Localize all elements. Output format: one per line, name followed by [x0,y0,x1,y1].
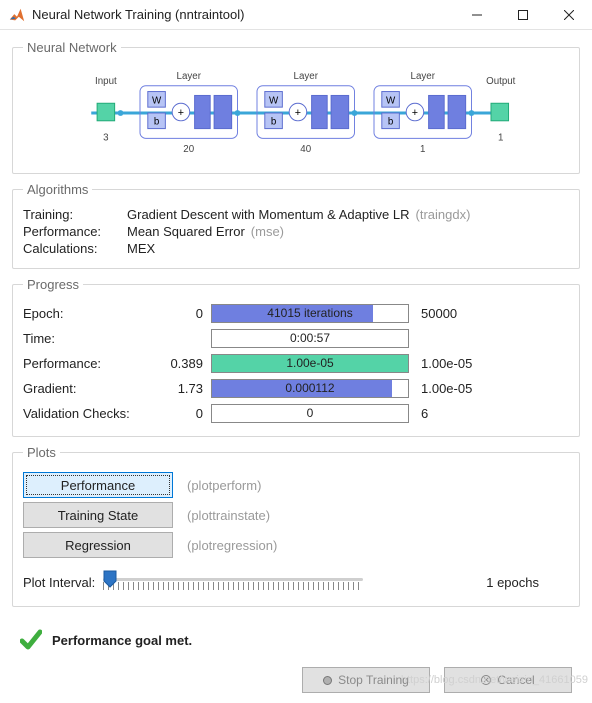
svg-text:W: W [152,95,162,106]
algo-label: Calculations: [23,241,127,256]
check-icon [20,629,42,651]
svg-text:1: 1 [498,132,503,143]
progress-bar: 1.00e-05 [211,354,409,373]
plot-code: (plotperform) [187,478,261,493]
status-message: Performance goal met. [52,633,192,648]
matlab-logo-icon [8,6,26,24]
progress-start: 0 [155,406,211,421]
plots-legend: Plots [23,445,60,460]
stop-icon [323,676,332,685]
algo-row: Performance:Mean Squared Error (mse) [23,224,569,239]
svg-text:+: + [412,107,418,119]
progress-end: 6 [409,406,499,421]
progress-row: Validation Checks:006 [23,401,569,425]
plot-interval-slider[interactable] [103,568,363,596]
progress-row: Gradient:1.73 0.000112 1.00e-05 [23,376,569,400]
svg-text:W: W [269,95,279,106]
plot-row: Training State (plottrainstate) [23,502,569,528]
algo-label: Training: [23,207,127,222]
slider-thumb-icon[interactable] [103,570,117,588]
progress-label: Epoch: [23,306,155,321]
algo-code: (mse) [251,224,284,239]
svg-text:b: b [154,117,160,128]
svg-text:Layer: Layer [411,71,436,82]
status-row: Performance goal met. [0,623,592,663]
progress-bar-text: 1.00e-05 [286,356,333,370]
algorithms-panel: Algorithms Training:Gradient Descent wit… [12,182,580,269]
plot-interval-value: 1 epochs [486,575,539,590]
svg-text:40: 40 [300,144,311,155]
network-diagram: Input 3 Layer W b + 20 Layer W b [23,63,569,163]
algo-value: Gradient Descent with Momentum & Adaptiv… [127,207,410,222]
svg-text:+: + [178,107,184,119]
progress-bar: 0 [211,404,409,423]
algo-value: MEX [127,241,155,256]
algo-row: Calculations:MEX [23,241,569,256]
progress-panel: Progress Epoch:041015 iterations50000Tim… [12,277,580,437]
plot-interval-label: Plot Interval: [23,575,95,590]
plot-code: (plottrainstate) [187,508,270,523]
close-button[interactable] [546,0,592,30]
titlebar: Neural Network Training (nntraintool) [0,0,592,30]
svg-text:20: 20 [183,144,194,155]
progress-label: Gradient: [23,381,155,396]
plot-button-training state[interactable]: Training State [23,502,173,528]
plots-panel: Plots Performance (plotperform) Training S… [12,445,580,607]
progress-bar: 41015 iterations [211,304,409,323]
action-bar: Stop Training ✕ Cancel [0,663,592,703]
algo-value: Mean Squared Error [127,224,245,239]
progress-bar-text: 0.000112 [285,381,334,395]
progress-label: Time: [23,331,155,346]
svg-text:Output: Output [486,76,516,87]
svg-text:3: 3 [103,132,108,143]
algo-label: Performance: [23,224,127,239]
svg-text:1: 1 [420,144,425,155]
svg-text:+: + [295,107,301,119]
plot-row: Regression (plotregression) [23,532,569,558]
neural-network-panel: Neural Network Input 3 Layer W b + 20 [12,40,580,174]
progress-end: 1.00e-05 [409,356,499,371]
algo-code: (traingdx) [416,207,471,222]
progress-bar-text: 0 [307,406,314,420]
progress-bar: 0.000112 [211,379,409,398]
window-title: Neural Network Training (nntraintool) [32,7,244,22]
svg-text:W: W [386,95,396,106]
progress-start: 0.389 [155,356,211,371]
progress-bar: 0:00:57 [211,329,409,348]
stop-training-button[interactable]: Stop Training [302,667,430,693]
plot-button-performance[interactable]: Performance [23,472,173,498]
progress-bar-text: 41015 iterations [267,306,352,320]
maximize-button[interactable] [500,0,546,30]
minimize-button[interactable] [454,0,500,30]
cancel-button[interactable]: ✕ Cancel [444,667,572,693]
svg-text:Layer: Layer [294,71,319,82]
progress-bar-text: 0:00:57 [290,331,330,345]
algo-row: Training:Gradient Descent with Momentum … [23,207,569,222]
progress-start: 1.73 [155,381,211,396]
cancel-icon: ✕ [481,675,491,685]
svg-text:Layer: Layer [177,71,202,82]
plot-button-regression[interactable]: Regression [23,532,173,558]
plot-code: (plotregression) [187,538,277,553]
progress-legend: Progress [23,277,83,292]
progress-start: 0 [155,306,211,321]
progress-end: 1.00e-05 [409,381,499,396]
svg-text:b: b [388,117,394,128]
progress-row: Epoch:0 41015 iterations 50000 [23,301,569,325]
progress-row: Time: 0:00:57 [23,326,569,350]
algorithms-legend: Algorithms [23,182,92,197]
neural-network-legend: Neural Network [23,40,121,55]
svg-text:b: b [271,117,277,128]
svg-text:Input: Input [95,76,117,87]
progress-end: 50000 [409,306,499,321]
progress-label: Validation Checks: [23,406,155,421]
progress-row: Performance:0.389 1.00e-05 1.00e-05 [23,351,569,375]
progress-label: Performance: [23,356,155,371]
plot-row: Performance (plotperform) [23,472,569,498]
